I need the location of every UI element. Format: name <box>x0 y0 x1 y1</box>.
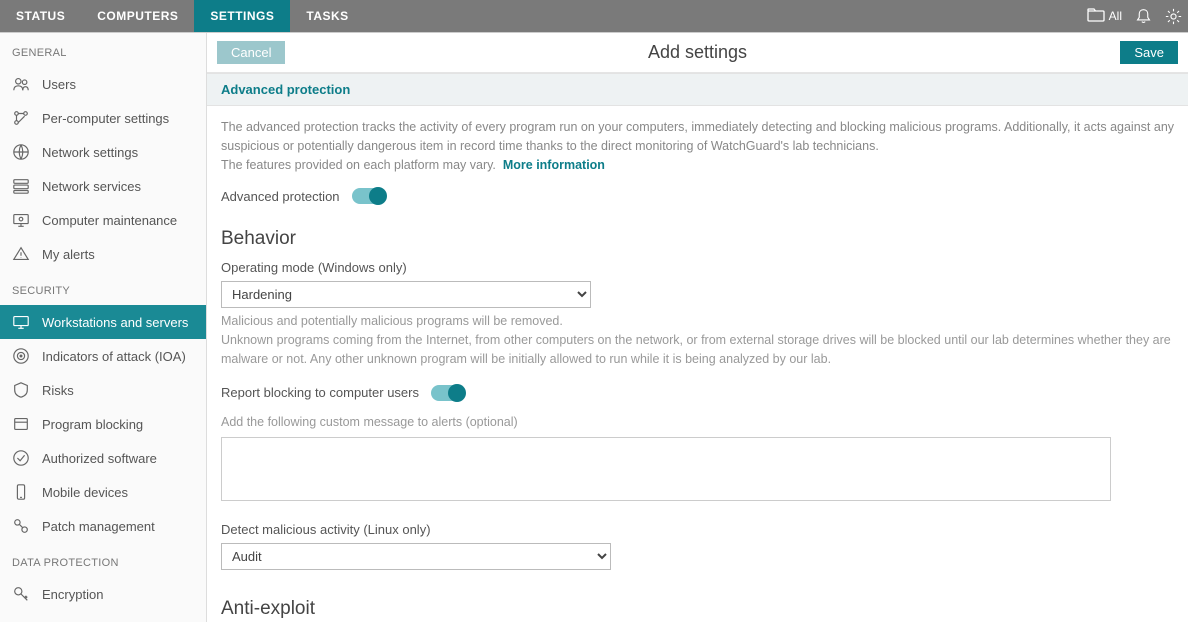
sidebar-item-network-settings[interactable]: Network settings <box>0 135 206 169</box>
save-button[interactable]: Save <box>1120 41 1178 64</box>
antiexploit-heading: Anti-exploit <box>221 598 1174 620</box>
sidebar-item-label: Computer maintenance <box>42 213 177 228</box>
sidebar-item-label: My alerts <box>42 247 95 262</box>
sidebar-item-network-services[interactable]: Network services <box>0 169 206 203</box>
sidebar-item-users[interactable]: Users <box>0 67 206 101</box>
sidebar-item-label: Mobile devices <box>42 485 128 500</box>
operating-mode-hint: Malicious and potentially malicious prog… <box>221 312 1174 368</box>
sidebar-item-authorized-software[interactable]: Authorized software <box>0 441 206 475</box>
report-blocking-toggle[interactable] <box>431 385 465 401</box>
notifications-icon[interactable] <box>1128 0 1158 32</box>
tab-computers[interactable]: COMPUTERS <box>81 0 194 32</box>
panel-title-advanced: Advanced protection <box>207 73 1188 106</box>
operating-mode-select[interactable]: Hardening <box>221 281 591 308</box>
content-header: Cancel Add settings Save <box>207 33 1188 73</box>
gear-icon[interactable] <box>1158 0 1188 32</box>
sidebar-item-label: Per-computer settings <box>42 111 169 126</box>
sidebar-item-label: Users <box>42 77 76 92</box>
sidebar-item-program-blocking[interactable]: Program blocking <box>0 407 206 441</box>
sidebar-item-percomputer[interactable]: Per-computer settings <box>0 101 206 135</box>
advanced-protection-toggle[interactable] <box>352 188 386 204</box>
sidebar-item-label: Indicators of attack (IOA) <box>42 349 186 364</box>
sidebar-item-label: Network settings <box>42 145 138 160</box>
detect-linux-label: Detect malicious activity (Linux only) <box>221 522 1174 537</box>
advanced-description: The advanced protection tracks the activ… <box>221 118 1174 174</box>
filter-all-label: All <box>1109 9 1122 23</box>
detect-linux-select[interactable]: Audit <box>221 543 611 570</box>
sidebar-item-label: Network services <box>42 179 141 194</box>
folder-icon <box>1087 8 1105 25</box>
sidebar-item-encryption[interactable]: Encryption <box>0 577 206 611</box>
sidebar-item-label: Workstations and servers <box>42 315 188 330</box>
sidebar-item-label: Program blocking <box>42 417 143 432</box>
sidebar-item-label: Risks <box>42 383 74 398</box>
more-information-link[interactable]: More information <box>503 158 605 172</box>
sidebar-item-workstations[interactable]: Workstations and servers <box>0 305 206 339</box>
sidebar-item-ioa[interactable]: Indicators of attack (IOA) <box>0 339 206 373</box>
sidebar-item-mobile[interactable]: Mobile devices <box>0 475 206 509</box>
sidebar-item-alerts[interactable]: My alerts <box>0 237 206 271</box>
tab-settings[interactable]: SETTINGS <box>194 0 290 32</box>
topbar: STATUS COMPUTERS SETTINGS TASKS All <box>0 0 1188 32</box>
sidebar: GENERAL Users Per-computer settings Netw… <box>0 33 207 622</box>
sidebar-item-label: Patch management <box>42 519 155 534</box>
advanced-protection-label: Advanced protection <box>221 189 340 204</box>
behavior-heading: Behavior <box>221 228 1174 250</box>
sidebar-item-label: Authorized software <box>42 451 157 466</box>
report-blocking-label: Report blocking to computer users <box>221 385 419 400</box>
sidebar-item-maintenance[interactable]: Computer maintenance <box>0 203 206 237</box>
sidebar-item-patch[interactable]: Patch management <box>0 509 206 543</box>
cancel-button[interactable]: Cancel <box>217 41 285 64</box>
operating-mode-label: Operating mode (Windows only) <box>221 260 1174 275</box>
tab-tasks[interactable]: TASKS <box>290 0 364 32</box>
sidebar-section-dataprotection: DATA PROTECTION <box>0 543 206 577</box>
custom-message-label: Add the following custom message to aler… <box>221 413 1174 432</box>
filter-all[interactable]: All <box>1087 8 1122 25</box>
sidebar-section-security: SECURITY <box>0 271 206 305</box>
sidebar-item-label: Encryption <box>42 587 103 602</box>
content: Cancel Add settings Save Advanced protec… <box>207 33 1188 622</box>
tab-status[interactable]: STATUS <box>0 0 81 32</box>
page-title: Add settings <box>648 42 747 63</box>
sidebar-section-general: GENERAL <box>0 33 206 67</box>
custom-message-textarea[interactable] <box>221 437 1111 501</box>
sidebar-item-risks[interactable]: Risks <box>0 373 206 407</box>
